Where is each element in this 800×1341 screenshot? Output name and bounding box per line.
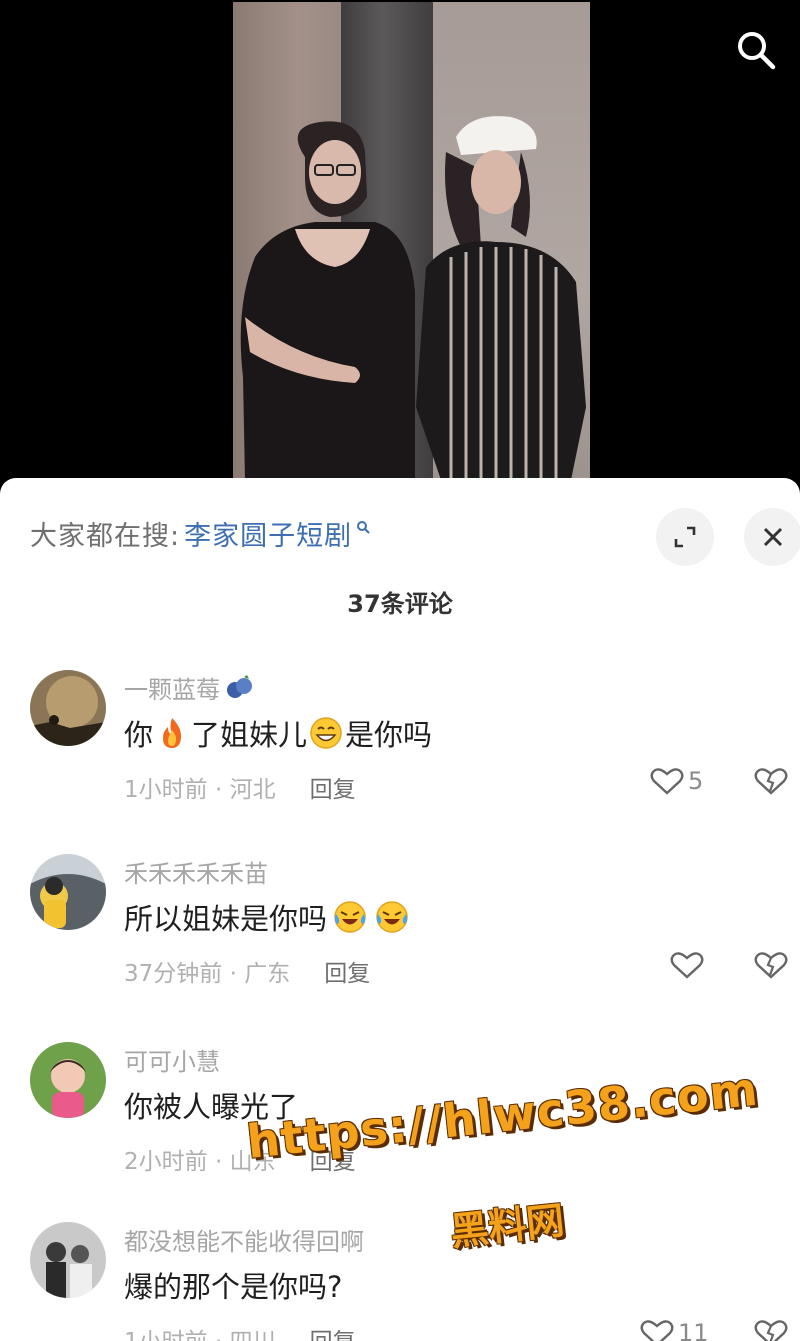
dislike-button[interactable] [754, 766, 788, 800]
comment-text: 所以姐妹是你吗 [124, 896, 411, 938]
comment-text: 爆的那个是你吗? [124, 1264, 342, 1306]
like-count: 5 [688, 767, 704, 795]
comment-time-location: 2小时前 · 山东 [124, 1149, 276, 1175]
heart-outline-icon [650, 768, 684, 795]
dislike-button[interactable] [754, 950, 788, 984]
laugh-cry-emoji-icon [334, 901, 366, 933]
comment-meta: 1小时前 · 四川 回复 [124, 1322, 356, 1341]
comment-sheet: 大家都在搜: 李家圆子短剧 37条评论 一颗蓝莓 你 了姐妹儿 是你吗 1小时前… [0, 478, 800, 1341]
comment-meta: 2小时前 · 山东 回复 [124, 1142, 356, 1176]
broken-heart-icon [754, 952, 788, 979]
comment-text-part: 所以姐妹是你吗 [124, 902, 328, 936]
username[interactable]: 一颗蓝莓 [124, 670, 254, 705]
comment-time-location: 1小时前 · 四川 [124, 1322, 276, 1341]
suggestion-keyword-link[interactable]: 李家圆子短剧 [184, 514, 352, 553]
reply-button[interactable]: 回复 [310, 1142, 356, 1176]
reply-button[interactable]: 回复 [310, 770, 356, 804]
comment-text-part: 你被人曝光了 [124, 1090, 299, 1124]
close-button[interactable] [744, 508, 800, 566]
username-text: 禾禾禾禾禾苗 [124, 860, 268, 888]
broken-heart-icon [754, 1320, 788, 1341]
comment-time-location: 37分钟前 · 广东 [124, 961, 291, 987]
blueberry-icon [227, 674, 252, 698]
comment-text-part: 你 [124, 718, 154, 752]
close-icon [763, 527, 783, 547]
reply-button[interactable]: 回复 [310, 1322, 356, 1341]
comment-item: 禾禾禾禾禾苗 所以姐妹是你吗 37分钟前 · 广东 回复 [0, 854, 800, 1034]
grin-emoji-icon [310, 717, 342, 749]
search-button[interactable] [730, 24, 782, 76]
like-count: 11 [678, 1319, 709, 1341]
person-left-figure [240, 121, 415, 480]
broken-heart-icon [754, 768, 788, 795]
username[interactable]: 可可小慧 [124, 1042, 220, 1077]
expand-button[interactable] [656, 508, 714, 566]
comment-meta: 1小时前 · 河北 回复 [124, 770, 356, 804]
comment-text-part: 爆的那个是你吗? [124, 1270, 343, 1304]
small-search-icon [357, 520, 370, 534]
avatar[interactable] [30, 670, 106, 746]
username-text: 都没想能不能收得回啊 [124, 1228, 364, 1256]
username-text: 一颗蓝莓 [124, 676, 220, 704]
comment-time-location: 1小时前 · 河北 [124, 777, 276, 803]
username-text: 可可小慧 [124, 1048, 220, 1076]
suggestion-prefix: 大家都在搜: [30, 521, 181, 552]
heart-outline-icon [640, 1320, 674, 1341]
comment-text: 你被人曝光了 [124, 1084, 298, 1126]
heart-outline-icon [670, 952, 704, 979]
comment-text-part: 是你吗 [345, 718, 433, 752]
comment-meta: 37分钟前 · 广东 回复 [124, 954, 370, 988]
username[interactable]: 都没想能不能收得回啊 [124, 1222, 364, 1257]
comment-text: 你 了姐妹儿 是你吗 [124, 712, 432, 754]
like-button[interactable]: 11 [640, 1318, 709, 1341]
comment-item: 都没想能不能收得回啊 爆的那个是你吗? 1小时前 · 四川 回复 11 [0, 1222, 800, 1341]
fire-emoji-icon [163, 718, 182, 748]
video-frame [233, 2, 590, 480]
avatar[interactable] [30, 854, 106, 930]
laugh-cry-emoji-icon [376, 901, 408, 933]
dislike-button[interactable] [754, 1318, 788, 1341]
expand-icon [674, 526, 696, 548]
search-suggestion[interactable]: 大家都在搜: 李家圆子短剧 [30, 514, 370, 553]
search-icon [738, 32, 776, 70]
reply-button[interactable]: 回复 [324, 954, 370, 988]
comment-text-part: 了姐妹儿 [191, 718, 308, 752]
comment-count: 37条评论 [347, 590, 453, 618]
comment-item: 一颗蓝莓 你 了姐妹儿 是你吗 1小时前 · 河北 回复 5 [0, 670, 800, 850]
person-right-figure [416, 116, 586, 480]
avatar[interactable] [30, 1042, 106, 1118]
video-player[interactable] [0, 0, 800, 500]
like-button[interactable] [670, 950, 708, 980]
avatar[interactable] [30, 1222, 106, 1298]
username[interactable]: 禾禾禾禾禾苗 [124, 854, 268, 889]
comment-item: 可可小慧 你被人曝光了 2小时前 · 山东 回复 [0, 1042, 800, 1222]
like-button[interactable]: 5 [650, 766, 703, 796]
